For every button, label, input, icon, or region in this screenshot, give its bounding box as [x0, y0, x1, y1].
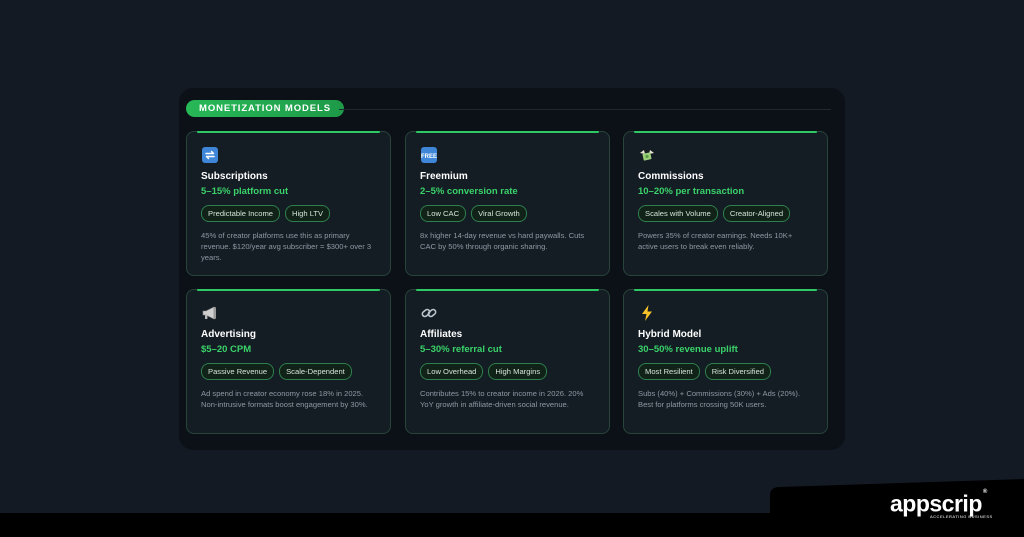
brand-logo[interactable]: appscrip®: [890, 489, 987, 517]
card-title: Advertising: [201, 329, 257, 340]
tag: Predictable Income: [201, 205, 281, 222]
tag: Most Resilient: [638, 363, 700, 380]
tag: Risk Diversified: [704, 363, 772, 380]
divider: [339, 109, 831, 110]
svg-text:FREE: FREE: [421, 154, 437, 160]
tag: High LTV: [285, 205, 331, 222]
card-metric: 30–50% revenue uplift: [638, 344, 738, 355]
tag: High Margins: [488, 363, 548, 380]
card-commissions[interactable]: Commissions 10–20% per transaction Scale…: [623, 131, 828, 276]
card-description: Powers 35% of creator earnings. Needs 10…: [638, 231, 793, 251]
card-title: Freemium: [420, 171, 468, 182]
lightning-icon: [638, 304, 656, 322]
tag: Creator-Aligned: [722, 205, 791, 222]
tag: Low Overhead: [420, 363, 484, 380]
card-metric: $5–20 CPM: [201, 344, 252, 355]
card-hybrid-model[interactable]: Hybrid Model 30–50% revenue uplift Most …: [623, 289, 828, 434]
repeat-arrows-icon: [201, 146, 219, 164]
card-affiliates[interactable]: Affiliates 5–30% referral cut Low Overhe…: [405, 289, 610, 434]
card-title: Subscriptions: [201, 171, 268, 182]
card-metric: 5–15% platform cut: [201, 186, 289, 197]
brand-tagline: ACCELERATING BUSINESS: [930, 514, 993, 519]
card-advertising[interactable]: Advertising $5–20 CPM Passive Revenue Sc…: [186, 289, 391, 434]
link-icon: [420, 304, 438, 322]
card-description: Subs (40%) + Commissions (30%) + Ads (20…: [638, 389, 801, 409]
tag: Scales with Volume: [638, 205, 718, 222]
card-subscriptions[interactable]: Subscriptions 5–15% platform cut Predict…: [186, 131, 391, 276]
tag: Scale-Dependent: [279, 363, 352, 380]
card-freemium[interactable]: FREE Freemium 2–5% conversion rate Low C…: [405, 131, 610, 276]
free-badge-icon: FREE: [420, 146, 438, 164]
tag: Passive Revenue: [201, 363, 275, 380]
megaphone-icon: [201, 304, 219, 322]
card-title: Commissions: [638, 171, 704, 182]
card-description: 8x higher 14-day revenue vs hard paywall…: [420, 231, 585, 251]
tag: Viral Growth: [471, 205, 527, 222]
card-description: 45% of creator platforms use this as pri…: [201, 231, 372, 262]
section-label: MONETIZATION MODELS: [186, 100, 344, 117]
monetization-panel: MONETIZATION MODELS Subscriptions 5–15% …: [179, 88, 845, 450]
card-metric: 5–30% referral cut: [420, 344, 502, 355]
card-description: Ad spend in creator economy rose 18% in …: [201, 389, 368, 409]
registered-mark: ®: [982, 489, 987, 495]
card-metric: 2–5% conversion rate: [420, 186, 518, 197]
card-title: Affiliates: [420, 329, 463, 340]
card-description: Contributes 15% to creator income in 202…: [420, 389, 584, 409]
money-with-wings-icon: [638, 146, 656, 164]
tag: Low CAC: [420, 205, 467, 222]
card-title: Hybrid Model: [638, 329, 702, 340]
card-metric: 10–20% per transaction: [638, 186, 745, 197]
brand-name: appscrip: [890, 490, 982, 517]
